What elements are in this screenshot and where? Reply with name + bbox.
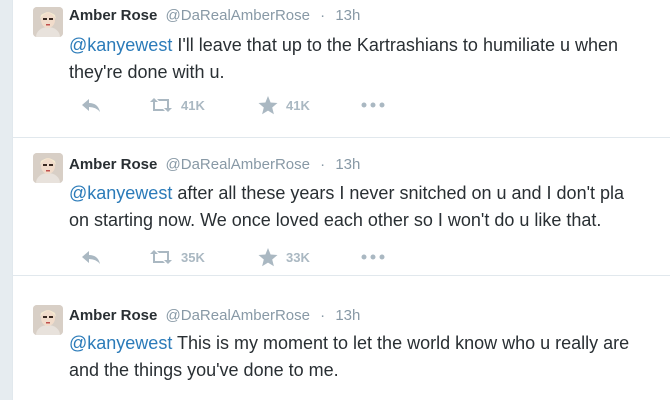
retweet-icon bbox=[150, 250, 172, 264]
reply-icon bbox=[82, 99, 100, 112]
retweet-icon bbox=[150, 98, 172, 112]
reply-button[interactable] bbox=[81, 94, 101, 116]
avatar[interactable] bbox=[33, 153, 63, 183]
tweet-text: @kanyewest This is my moment to let the … bbox=[69, 330, 670, 384]
tweet-text-line1: after all these years I never snitched o… bbox=[172, 183, 625, 203]
more-button[interactable] bbox=[361, 94, 385, 116]
like-count: 41K bbox=[286, 97, 310, 113]
mention-link[interactable]: @kanyewest bbox=[69, 183, 172, 203]
star-icon bbox=[258, 95, 278, 114]
tweet-text: @kanyewest after all these years I never… bbox=[69, 180, 670, 234]
reply-button[interactable] bbox=[81, 246, 101, 268]
author-name[interactable]: Amber Rose bbox=[69, 307, 157, 324]
tweet-actions: 41K 41K bbox=[69, 94, 429, 116]
tweet-text-line2: and the things you've done to me. bbox=[69, 360, 339, 380]
avatar[interactable] bbox=[33, 305, 63, 335]
tweet-text-line2: on starting now. We once loved each othe… bbox=[69, 210, 602, 230]
author-name[interactable]: Amber Rose bbox=[69, 156, 157, 173]
reply-icon bbox=[82, 251, 100, 264]
more-icon bbox=[361, 102, 385, 108]
timestamp[interactable]: 13h bbox=[335, 156, 360, 173]
separator: · bbox=[320, 7, 326, 24]
retweet-count: 41K bbox=[181, 97, 205, 113]
like-count: 33K bbox=[286, 249, 310, 265]
retweet-button[interactable]: 41K bbox=[149, 94, 205, 116]
tweet[interactable]: Amber Rose @DaRealAmberRose · 13h @kanye… bbox=[13, 288, 670, 400]
tweet[interactable]: Amber Rose @DaRealAmberRose · 13h @kanye… bbox=[13, 0, 670, 138]
mention-link[interactable]: @kanyewest bbox=[69, 35, 172, 55]
author-handle[interactable]: @DaRealAmberRose bbox=[166, 156, 310, 173]
tweet-header: Amber Rose @DaRealAmberRose · 13h bbox=[69, 6, 360, 26]
timestamp[interactable]: 13h bbox=[335, 7, 360, 24]
separator: · bbox=[320, 156, 326, 173]
author-name[interactable]: Amber Rose bbox=[69, 7, 157, 24]
favorite-button[interactable]: 41K bbox=[258, 94, 310, 116]
tweet[interactable]: Amber Rose @DaRealAmberRose · 13h @kanye… bbox=[13, 138, 670, 276]
retweet-count: 35K bbox=[181, 249, 205, 265]
more-button[interactable] bbox=[361, 246, 385, 268]
author-handle[interactable]: @DaRealAmberRose bbox=[166, 307, 310, 324]
favorite-button[interactable]: 33K bbox=[258, 246, 310, 268]
mention-link[interactable]: @kanyewest bbox=[69, 333, 172, 353]
author-handle[interactable]: @DaRealAmberRose bbox=[166, 7, 310, 24]
tweet-text-line1: This is my moment to let the world know … bbox=[172, 333, 630, 353]
star-icon bbox=[258, 247, 278, 266]
avatar[interactable] bbox=[33, 7, 63, 37]
tweet-text-line2: they're done with u. bbox=[69, 62, 225, 82]
retweet-button[interactable]: 35K bbox=[149, 246, 205, 268]
separator: · bbox=[320, 307, 326, 324]
more-icon bbox=[361, 254, 385, 260]
tweet-header: Amber Rose @DaRealAmberRose · 13h bbox=[69, 155, 360, 175]
tweet-text-line1: I'll leave that up to the Kartrashians t… bbox=[172, 35, 619, 55]
timestamp[interactable]: 13h bbox=[335, 307, 360, 324]
timeline: Amber Rose @DaRealAmberRose · 13h @kanye… bbox=[12, 0, 670, 400]
tweet-text: @kanyewest I'll leave that up to the Kar… bbox=[69, 32, 670, 86]
tweet-actions: 35K 33K bbox=[69, 246, 429, 268]
tweet-header: Amber Rose @DaRealAmberRose · 13h bbox=[69, 306, 360, 326]
